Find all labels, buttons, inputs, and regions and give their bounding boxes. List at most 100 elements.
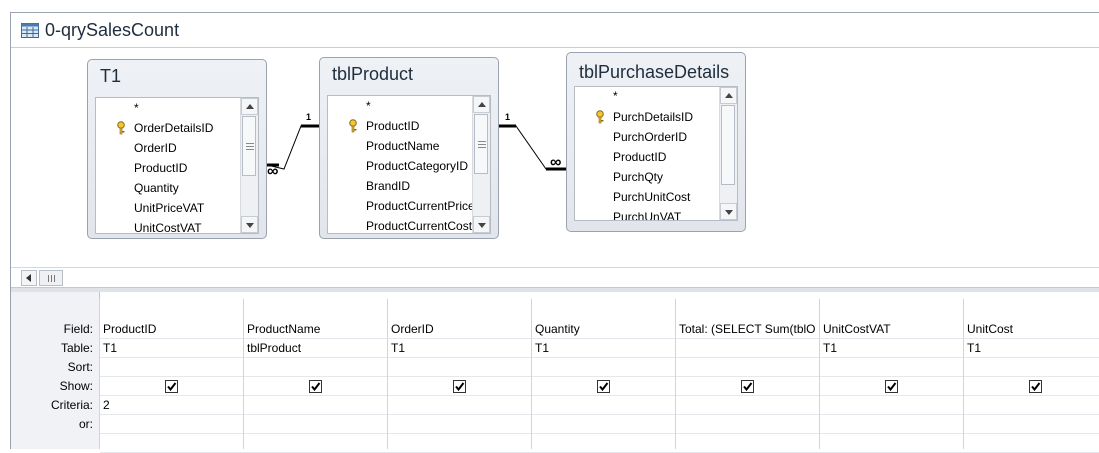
field-cell[interactable]: Quantity xyxy=(532,320,676,339)
empty-cell[interactable] xyxy=(676,434,820,453)
vertical-scrollbar[interactable] xyxy=(240,98,258,233)
scroll-up-button[interactable] xyxy=(720,87,737,104)
show-cell[interactable] xyxy=(820,377,964,396)
show-checkbox[interactable] xyxy=(453,380,466,393)
scroll-thumb[interactable] xyxy=(721,105,735,185)
table-pane[interactable]: 1 ∞ 1 ∞ T1 * OrderDetailsID OrderID Prod… xyxy=(11,47,1099,268)
criteria-cell[interactable] xyxy=(820,396,964,415)
field-cell[interactable]: ProductName xyxy=(244,320,388,339)
design-grid[interactable]: Field: Table: Sort: Show: Criteria: or: … xyxy=(11,292,1099,453)
field-row[interactable]: * xyxy=(613,87,618,105)
table-t1[interactable]: T1 * OrderDetailsID OrderID ProductID Qu… xyxy=(87,59,267,239)
show-checkbox[interactable] xyxy=(597,380,610,393)
table-cell[interactable]: T1 xyxy=(100,339,244,358)
show-cell[interactable] xyxy=(532,377,676,396)
criteria-cell[interactable] xyxy=(964,396,1099,415)
or-cell[interactable] xyxy=(244,415,388,434)
or-cell[interactable] xyxy=(100,415,244,434)
empty-cell[interactable] xyxy=(244,434,388,453)
sort-cell[interactable] xyxy=(388,358,532,377)
table-cell[interactable]: T1 xyxy=(388,339,532,358)
show-cell[interactable] xyxy=(388,377,532,396)
scroll-thumb[interactable] xyxy=(39,270,63,286)
field-row[interactable]: UnitCostVAT xyxy=(134,218,202,233)
field-row[interactable]: ProductID xyxy=(328,116,468,136)
show-checkbox[interactable] xyxy=(1029,380,1042,393)
sort-cell[interactable] xyxy=(676,358,820,377)
scroll-left-button[interactable] xyxy=(21,270,37,286)
table-tblproduct[interactable]: tblProduct * ProductID ProductName Produ… xyxy=(319,57,499,239)
criteria-cell[interactable]: 2 xyxy=(100,396,244,415)
field-row[interactable]: ProductID xyxy=(613,147,666,167)
grid-column-7[interactable]: UnitCost T1 xyxy=(963,299,1099,453)
scroll-thumb[interactable] xyxy=(242,116,256,176)
field-cell[interactable]: UnitCost xyxy=(964,320,1099,339)
show-checkbox[interactable] xyxy=(741,380,754,393)
sort-cell[interactable] xyxy=(964,358,1099,377)
table-pane-horizontal-scrollbar[interactable] xyxy=(11,267,1099,288)
or-cell[interactable] xyxy=(820,415,964,434)
show-checkbox[interactable] xyxy=(309,380,322,393)
table-t1-field-list[interactable]: * OrderDetailsID OrderID ProductID Quant… xyxy=(95,97,259,234)
grid-column-6[interactable]: UnitCostVAT T1 xyxy=(819,299,964,453)
show-cell[interactable] xyxy=(244,377,388,396)
empty-cell[interactable] xyxy=(100,434,244,453)
field-cell[interactable]: UnitCostVAT xyxy=(820,320,964,339)
field-row[interactable]: OrderID xyxy=(134,138,177,158)
field-cell[interactable]: Total: (SELECT Sum(tblO xyxy=(676,320,820,339)
sort-cell[interactable] xyxy=(532,358,676,377)
grid-column-1[interactable]: ProductID T1 2 xyxy=(99,299,244,453)
grid-column-3[interactable]: OrderID T1 xyxy=(387,299,532,453)
table-cell[interactable]: T1 xyxy=(532,339,676,358)
field-row[interactable]: UnitPriceVAT xyxy=(134,198,204,218)
field-row[interactable]: Quantity xyxy=(134,178,179,198)
sort-cell[interactable] xyxy=(820,358,964,377)
sort-cell[interactable] xyxy=(100,358,244,377)
table-cell[interactable]: T1 xyxy=(820,339,964,358)
or-cell[interactable] xyxy=(532,415,676,434)
field-row[interactable]: PurchQty xyxy=(613,167,663,187)
field-cell[interactable]: ProductID xyxy=(100,320,244,339)
table-tblpurchasedetails[interactable]: tblPurchaseDetails * PurchDetailsID Purc… xyxy=(566,52,746,232)
field-row[interactable]: ProductName xyxy=(366,136,472,156)
field-row[interactable]: PurchOrderID xyxy=(613,127,687,147)
field-row[interactable]: ProductCurrentPrice xyxy=(366,196,472,216)
empty-cell[interactable] xyxy=(964,434,1099,453)
table-tblpurchasedetails-field-list[interactable]: * PurchDetailsID PurchOrderID ProductID … xyxy=(574,86,738,221)
criteria-cell[interactable] xyxy=(388,396,532,415)
field-row[interactable]: ProductCurrentCost xyxy=(366,216,472,233)
field-row[interactable]: * xyxy=(366,96,371,116)
scroll-down-button[interactable] xyxy=(241,216,258,233)
grid-column-2[interactable]: ProductName tblProduct xyxy=(243,299,388,453)
table-cell[interactable]: T1 xyxy=(964,339,1099,358)
scroll-up-button[interactable] xyxy=(241,98,258,115)
empty-cell[interactable] xyxy=(820,434,964,453)
field-cell[interactable]: OrderID xyxy=(388,320,532,339)
field-row[interactable]: PurchDetailsID xyxy=(575,107,715,127)
show-cell[interactable] xyxy=(676,377,820,396)
field-row[interactable]: BrandID xyxy=(366,176,472,196)
scroll-up-button[interactable] xyxy=(473,96,490,113)
show-checkbox[interactable] xyxy=(165,380,178,393)
field-row[interactable]: ProductID xyxy=(134,158,187,178)
table-cell[interactable] xyxy=(676,339,820,358)
empty-cell[interactable] xyxy=(388,434,532,453)
scroll-down-button[interactable] xyxy=(720,203,737,220)
sort-cell[interactable] xyxy=(244,358,388,377)
vertical-scrollbar[interactable] xyxy=(719,87,737,220)
vertical-scrollbar[interactable] xyxy=(472,96,490,233)
criteria-cell[interactable] xyxy=(532,396,676,415)
table-cell[interactable]: tblProduct xyxy=(244,339,388,358)
table-tblproduct-field-list[interactable]: * ProductID ProductName ProductCategoryI… xyxy=(327,95,491,234)
criteria-cell[interactable] xyxy=(244,396,388,415)
show-checkbox[interactable] xyxy=(885,380,898,393)
criteria-cell[interactable] xyxy=(676,396,820,415)
field-row[interactable]: * xyxy=(134,98,139,118)
field-row[interactable]: ProductCategoryID xyxy=(366,156,472,176)
field-row[interactable]: PurchUnVAT xyxy=(613,207,681,220)
or-cell[interactable] xyxy=(964,415,1099,434)
or-cell[interactable] xyxy=(676,415,820,434)
or-cell[interactable] xyxy=(388,415,532,434)
show-cell[interactable] xyxy=(100,377,244,396)
scroll-down-button[interactable] xyxy=(473,216,490,233)
